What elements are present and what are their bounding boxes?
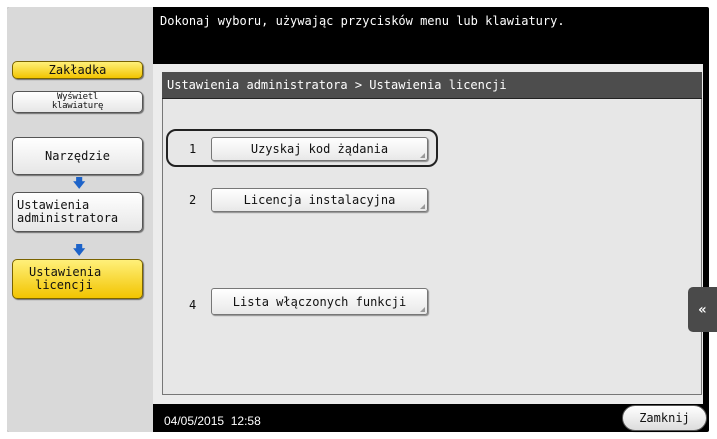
function-number: 4	[189, 298, 197, 312]
show-keyboard-label: Wyświetl klawiaturę	[51, 92, 104, 111]
tool-button[interactable]: Narzędzie	[12, 137, 143, 175]
corner-mark-icon	[420, 204, 425, 209]
tab-button-label: Zakładka	[48, 62, 107, 77]
instruction-text: Dokonaj wyboru, używając przycisków menu…	[160, 14, 565, 28]
function-number: 2	[189, 193, 197, 207]
show-keyboard-button[interactable]: Wyświetl klawiaturę	[12, 91, 143, 113]
admin-settings-label: Ustawienia administratora	[17, 198, 119, 225]
side-panel-toggle[interactable]: «	[688, 287, 717, 332]
tab-button[interactable]: Zakładka	[12, 61, 143, 79]
get-request-code-button[interactable]: Uzyskaj kod żądania	[211, 137, 428, 161]
down-arrow-icon: 🡇	[73, 176, 86, 190]
corner-mark-icon	[420, 307, 425, 312]
install-license-label: Licencja instalacyjna	[243, 193, 396, 207]
install-license-button[interactable]: Licencja instalacyjna	[211, 188, 428, 212]
license-settings-button[interactable]: Ustawienia licencji	[12, 259, 143, 299]
close-button[interactable]: Zamknij	[622, 405, 707, 431]
datetime-display: 04/05/2015 12:58	[164, 414, 261, 428]
license-settings-label: Ustawienia licencji	[29, 265, 102, 292]
breadcrumb: Ustawienia administratora > Ustawienia l…	[162, 72, 702, 99]
enabled-functions-list-label: Lista włączonych funkcji	[232, 294, 407, 309]
down-arrow-icon: 🡇	[73, 243, 86, 257]
settings-panel	[162, 72, 702, 395]
corner-mark-icon	[420, 153, 425, 158]
enabled-functions-list-button[interactable]: Lista włączonych funkcji	[211, 288, 428, 315]
function-number: 1	[189, 142, 197, 156]
close-button-label: Zamknij	[639, 411, 690, 425]
double-left-chevron-icon: «	[698, 301, 707, 318]
admin-settings-button[interactable]: Ustawienia administratora	[12, 192, 143, 232]
get-request-code-label: Uzyskaj kod żądania	[250, 142, 389, 156]
tool-button-label: Narzędzie	[44, 148, 111, 163]
